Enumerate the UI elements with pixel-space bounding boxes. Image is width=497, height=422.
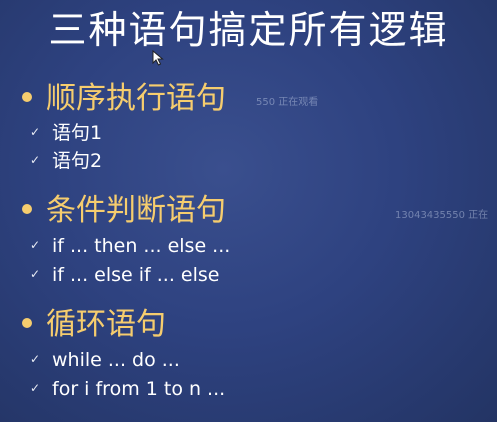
presentation-slide: 三种语句搞定所有逻辑 顺序执行语句 550 正在观看 ✓ 语句1 ✓ 语句2 条件判… [0, 0, 497, 422]
check-icon: ✓ [30, 237, 41, 252]
check-icon: ✓ [30, 152, 41, 167]
check-icon: ✓ [30, 351, 41, 366]
item-text: if ... then ... else ... [52, 235, 231, 257]
list-item: ✓ 语句1 [30, 121, 102, 146]
list-item: ✓ for i from 1 to n ... [30, 377, 225, 402]
section-heading-sequential: 顺序执行语句 [22, 82, 226, 116]
list-item: ✓ if ... else if ... else [30, 263, 219, 288]
item-text: if ... else if ... else [52, 264, 220, 286]
check-icon: ✓ [30, 124, 41, 139]
list-item: ✓ 语句2 [30, 149, 102, 174]
item-text: 语句1 [52, 122, 103, 144]
viewer-watermark: 13043435550 正在 [395, 210, 489, 221]
viewer-watermark: 550 正在观看 [256, 97, 319, 108]
check-icon: ✓ [30, 380, 41, 395]
section-heading-loop: 循环语句 [22, 308, 166, 342]
section-heading-conditional: 条件判断语句 [22, 194, 226, 228]
bullet-icon [22, 203, 32, 214]
bullet-icon [22, 91, 32, 102]
heading-text: 条件判断语句 [46, 193, 226, 228]
check-icon: ✓ [30, 266, 41, 281]
heading-text: 循环语句 [46, 307, 166, 342]
item-text: 语句2 [52, 150, 103, 172]
item-text: while ... do ... [52, 349, 180, 371]
list-item: ✓ if ... then ... else ... [30, 234, 230, 259]
bullet-icon [22, 317, 32, 328]
slide-title: 三种语句搞定所有逻辑 [48, 8, 449, 52]
heading-text: 顺序执行语句 [46, 81, 226, 116]
list-item: ✓ while ... do ... [30, 348, 180, 373]
item-text: for i from 1 to n ... [52, 378, 226, 400]
